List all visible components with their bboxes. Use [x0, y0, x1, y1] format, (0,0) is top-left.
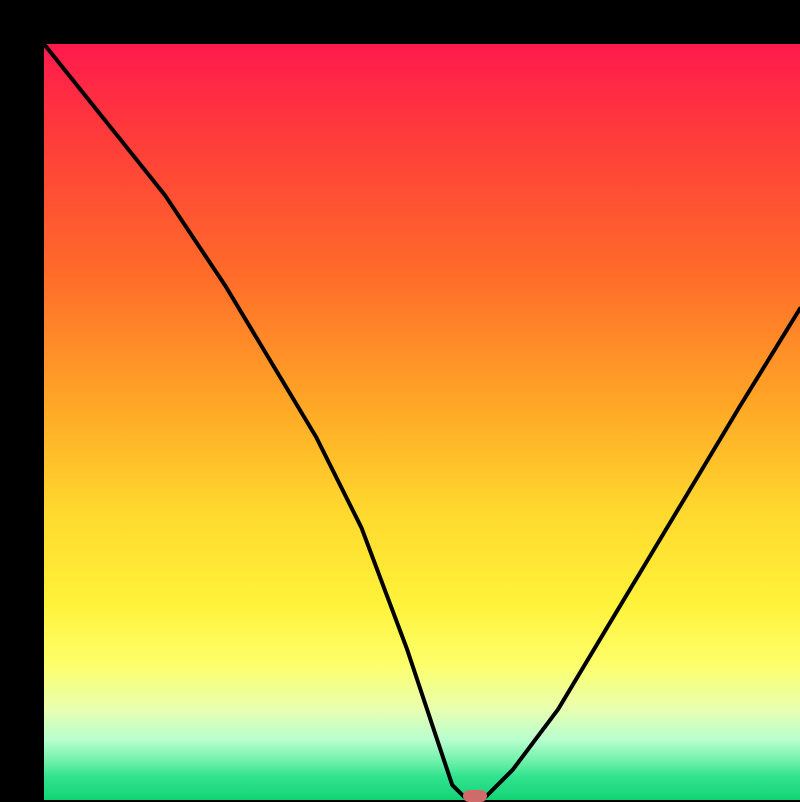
chart-frame [0, 0, 800, 800]
bottleneck-curve [44, 44, 800, 800]
optimal-point-marker [463, 790, 487, 802]
chart-plot-area [44, 44, 800, 800]
